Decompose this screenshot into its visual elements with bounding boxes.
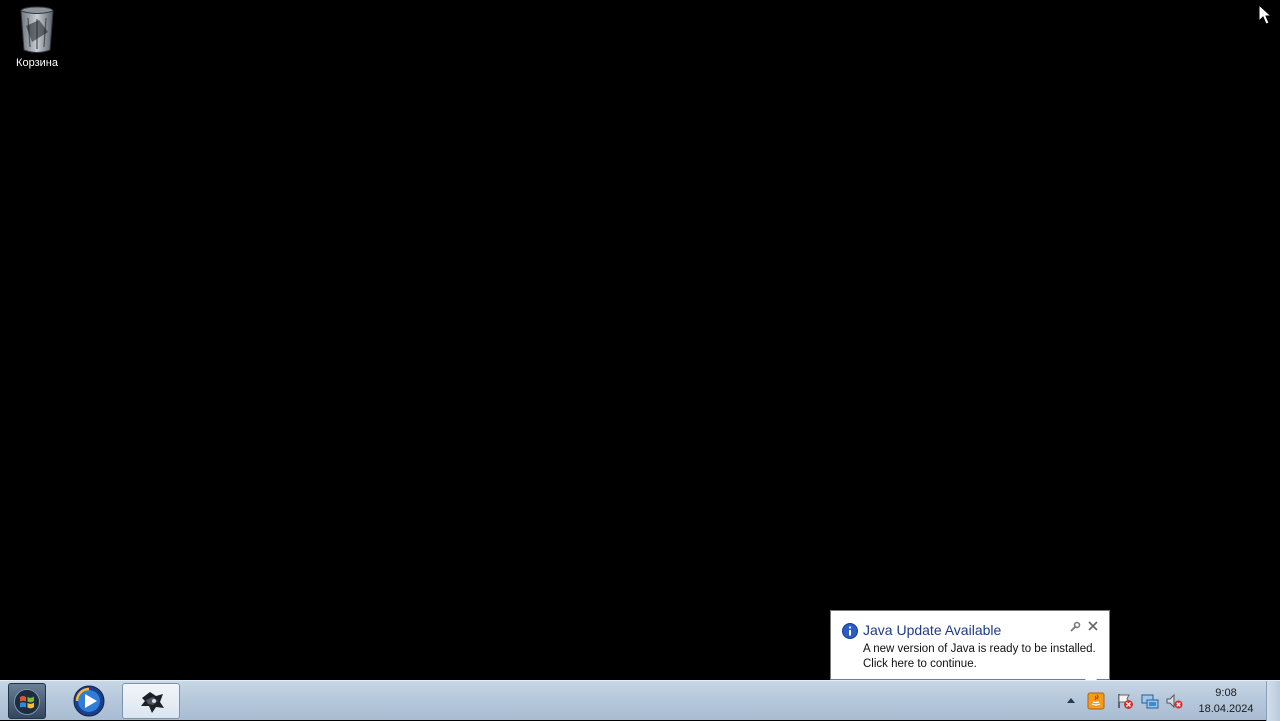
volume-muted-icon[interactable] bbox=[1165, 692, 1183, 710]
recycle-bin-label: Корзина bbox=[16, 57, 58, 69]
action-center-flag-icon[interactable] bbox=[1116, 692, 1134, 710]
wrench-options-icon[interactable] bbox=[1069, 621, 1081, 633]
java-update-icon[interactable] bbox=[1087, 692, 1105, 710]
game-app-icon bbox=[141, 692, 164, 713]
windows-logo-icon bbox=[14, 689, 40, 715]
taskbar-clock[interactable]: 9:08 18.04.2024 bbox=[1190, 685, 1262, 717]
desktop[interactable]: Корзина bbox=[0, 0, 1280, 680]
notification-line-2[interactable]: Click here to continue. bbox=[863, 657, 1096, 672]
notification-line-1: A new version of Java is ready to be ins… bbox=[863, 643, 1096, 655]
recycle-bin-icon bbox=[20, 6, 54, 53]
close-icon[interactable] bbox=[1087, 620, 1099, 632]
start-button[interactable] bbox=[8, 683, 46, 719]
show-desktop-button[interactable] bbox=[1266, 681, 1280, 721]
notification-message[interactable]: A new version of Java is ready to be ins… bbox=[863, 642, 1096, 672]
show-hidden-icons-arrow[interactable] bbox=[1065, 695, 1077, 705]
mouse-cursor-icon bbox=[1258, 4, 1272, 25]
taskbar: 9:08 18.04.2024 bbox=[0, 680, 1280, 721]
notification-title: Java Update Available bbox=[863, 622, 1002, 638]
desktop-icon-recycle-bin[interactable]: Корзина bbox=[6, 4, 68, 69]
windows-media-player-icon bbox=[73, 685, 105, 717]
clock-date: 18.04.2024 bbox=[1198, 703, 1254, 715]
info-icon bbox=[842, 623, 858, 639]
taskbar-game-app[interactable] bbox=[122, 683, 180, 719]
taskbar-media-player[interactable] bbox=[60, 683, 118, 719]
clock-time: 9:08 bbox=[1215, 687, 1237, 699]
network-icon[interactable] bbox=[1141, 692, 1159, 710]
java-update-notification[interactable]: Java Update Available A new version of J… bbox=[830, 610, 1110, 687]
